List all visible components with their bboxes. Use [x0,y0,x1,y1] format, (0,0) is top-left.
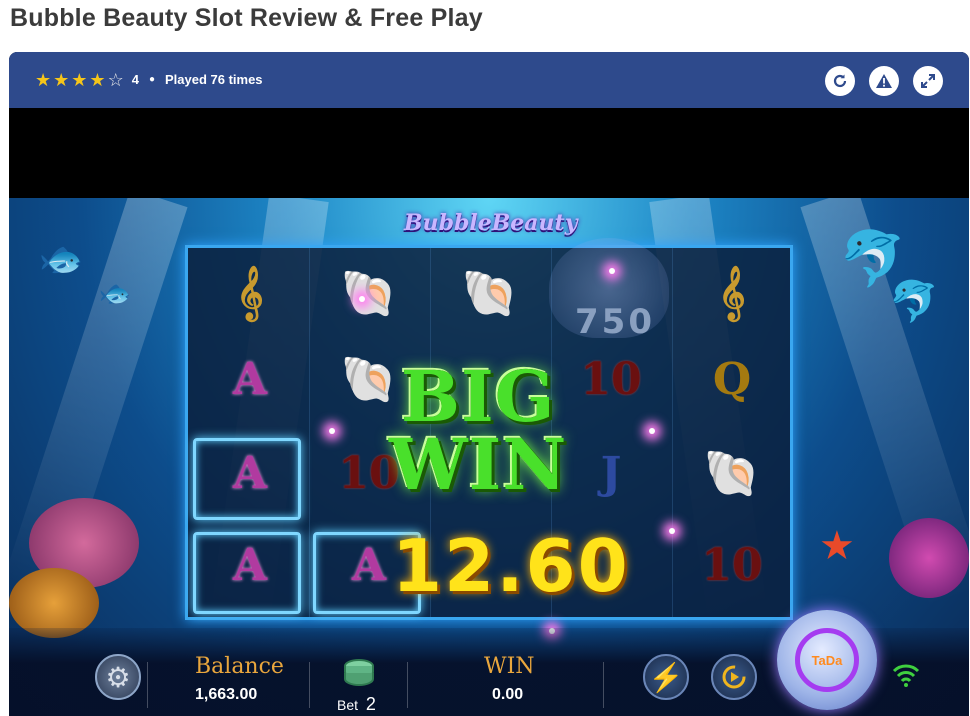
bet-button[interactable] [337,656,381,692]
rating-stars: ★ ★ ★ ★ ☆ 4 ● Played 76 times [35,70,263,90]
big-win-line2: WIN [389,423,568,506]
big-win-banner: BIG WIN [389,355,568,506]
fish-icon: 🐟 [39,238,84,279]
divider [309,662,310,708]
divider [603,662,604,708]
reel-symbol: 10 [701,539,763,591]
win-value: 0.00 [492,686,524,703]
bet-label: Bet [337,697,359,713]
harp-icon: 𝄞 [718,265,746,319]
shell-icon: 🐚 [703,445,761,500]
fullscreen-button[interactable] [913,66,943,96]
reel-divider [309,248,310,617]
reload-icon [833,74,847,88]
spin-arrow-icon: TaDa [795,628,859,692]
balance-value: 1,663.00 [195,686,258,703]
warning-icon [876,74,892,88]
coral-shape [889,518,969,598]
reload-button[interactable] [825,66,855,96]
win-highlight [193,438,301,520]
shell-icon: 🐚 [461,265,519,320]
big-win-line1: BIG [400,355,556,438]
autoplay-icon [722,665,746,689]
dolphin-icon: 🐬 [889,280,939,324]
played-count: Played 76 times [164,72,263,87]
win-highlight [193,532,301,614]
star-icon: ★ [71,70,88,90]
spin-button[interactable]: TaDa [777,610,877,710]
shell-icon: 🐚 [340,265,398,320]
star-icon: ★ [53,70,70,90]
balance-label: Balance [195,654,284,679]
sparkle [359,296,365,302]
divider [407,662,408,708]
win-label: WIN [484,654,535,679]
settings-button[interactable]: ⚙ [95,654,141,700]
bet-display: Bet 2 [337,694,376,715]
turbo-button[interactable]: ⚡ [643,654,689,700]
sparkle [669,528,675,534]
reel-symbol: J [600,447,622,499]
reel-symbol: A [232,353,268,405]
sparkle [609,268,615,274]
game-logo: BubbleBeauty [404,210,578,236]
separator-dot: ● [148,74,155,85]
wifi-icon [891,660,921,690]
game-frame: ★ ★ ★ ★ ☆ 4 ● Played 76 times 🐟 🐟 🐬 🐬 ★ … [9,52,969,716]
bet-value: 2 [365,694,376,714]
coins-icon [344,659,374,687]
harp-icon: 𝄞 [236,265,264,319]
star-empty-icon: ☆ [107,70,124,90]
letterbox-band [9,108,969,198]
fullscreen-icon [921,74,935,88]
reel-symbol: Q [712,353,752,405]
sparkle [329,428,335,434]
win-amount: 12.60 [392,524,630,608]
reel-symbol: 10 [580,353,642,405]
sparkle [649,428,655,434]
rating-value: 4 [131,72,139,87]
starfish-icon: ★ [819,524,855,568]
lightning-icon: ⚡ [648,661,684,693]
gear-icon: ⚙ [105,661,131,693]
game-topbar: ★ ★ ★ ★ ☆ 4 ● Played 76 times [9,52,969,108]
fish-icon: 🐟 [99,278,132,308]
spin-label: TaDa [811,652,843,668]
page-title: Bubble Beauty Slot Review & Free Play [10,4,483,32]
reel-divider [672,248,673,617]
divider [147,662,148,708]
star-icon: ★ [89,70,106,90]
game-canvas[interactable]: 🐟 🐟 🐬 🐬 ★ BubbleBeauty 750 𝄞 A A A 🐚 🐚 1… [9,198,969,716]
autoplay-button[interactable] [711,654,757,700]
star-icon: ★ [35,70,52,90]
report-button[interactable] [869,66,899,96]
